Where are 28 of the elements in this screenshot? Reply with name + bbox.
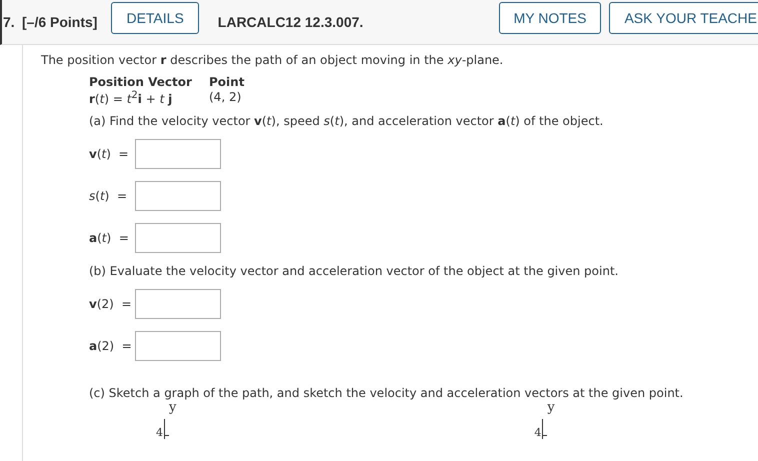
formula-text: r(t) = t$^{2}$i + t j: [89, 90, 174, 106]
answer-label: a(t) =: [89, 231, 130, 245]
question-text: The position vector r describes the path of an object moving in the xy-plane.: [41, 53, 504, 67]
details-button[interactable]: DETAILS: [111, 2, 199, 34]
formula-text: (4, 2): [209, 90, 242, 106]
answer-label: s(t) =: [89, 189, 128, 203]
part-prompt: (c) Sketch a graph of the path, and sketch the velocity and acceleration vectors at the given point.: [89, 386, 684, 400]
column-header: Position Vector: [89, 75, 193, 89]
column-header: Point: [209, 75, 244, 89]
answer-box[interactable]: [135, 223, 221, 253]
answer-box[interactable]: [135, 289, 221, 319]
notes-button[interactable]: MY NOTES: [498, 2, 602, 34]
points-label: [–/6 Points]: [22, 14, 98, 30]
problem-id: LARCALC12 12.3.007.: [218, 14, 364, 30]
part-prompt: (a) Find the velocity vector v(t), speed s(t), and acceleration vector a(t) of the object.: [89, 114, 604, 128]
axis-label: y: [169, 400, 176, 415]
question-number: 7.: [3, 14, 16, 30]
axis-label: y: [547, 400, 555, 415]
ask-teacher-button[interactable]: ASK YOUR TEACHE: [609, 2, 758, 34]
answer-label: a(2) =: [89, 339, 133, 353]
answer-label: v(t) =: [89, 147, 130, 161]
answer-box[interactable]: [135, 181, 221, 211]
tick-label: 4: [534, 426, 542, 439]
answer-box[interactable]: [135, 331, 221, 361]
answer-label: v(2) =: [89, 297, 133, 311]
part-prompt: (b) Evaluate the velocity vector and acceleration vector of the object at the given point.: [89, 264, 620, 278]
tick-label: 4: [156, 426, 163, 439]
answer-box[interactable]: [135, 139, 221, 169]
